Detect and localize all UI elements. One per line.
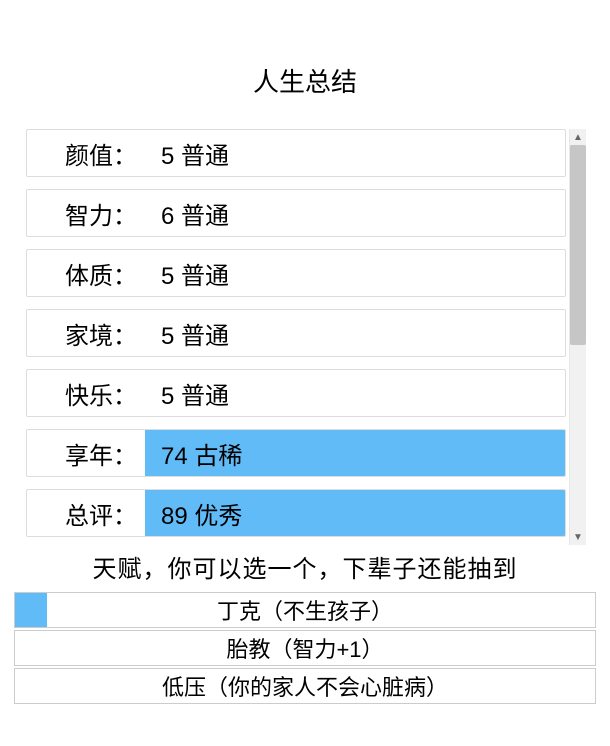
stat-row: 总评：89 优秀 — [26, 489, 566, 537]
stat-row: 家境：5 普通 — [26, 309, 566, 357]
scroll-down-icon[interactable]: ▼ — [570, 529, 586, 545]
stat-label: 家境： — [27, 310, 145, 356]
stat-label: 体质： — [27, 250, 145, 296]
scrollbar-thumb[interactable] — [570, 145, 586, 345]
talent-item[interactable]: 胎教（智力+1） — [14, 630, 596, 666]
stat-value: 5 普通 — [145, 250, 565, 296]
scrollbar-track[interactable]: ▲ ▼ — [569, 129, 586, 545]
stat-row: 快乐：5 普通 — [26, 369, 566, 417]
stat-value: 6 普通 — [145, 190, 565, 236]
page-title: 人生总结 — [0, 0, 610, 129]
scroll-up-icon[interactable]: ▲ — [570, 129, 586, 145]
stat-label: 享年： — [27, 430, 145, 476]
stat-value: 5 普通 — [145, 130, 565, 176]
stat-row: 享年：74 古稀 — [26, 429, 566, 477]
stat-label: 总评： — [27, 490, 145, 536]
talent-heading: 天赋，你可以选一个，下辈子还能抽到 — [0, 549, 610, 584]
stat-value: 5 普通 — [145, 310, 565, 356]
stat-value: 89 优秀 — [145, 490, 565, 536]
stats-list: 颜值：5 普通智力：6 普通体质：5 普通家境：5 普通快乐：5 普通享年：74… — [26, 129, 566, 537]
stat-row: 颜值：5 普通 — [26, 129, 566, 177]
stat-value: 5 普通 — [145, 370, 565, 416]
talent-item[interactable]: 低压（你的家人不会心脏病） — [14, 668, 596, 704]
stats-scroll-area: 颜值：5 普通智力：6 普通体质：5 普通家境：5 普通快乐：5 普通享年：74… — [26, 129, 586, 537]
talent-item[interactable]: 丁克（不生孩子） — [14, 592, 596, 628]
stat-label: 颜值： — [27, 130, 145, 176]
stat-label: 快乐： — [27, 370, 145, 416]
talent-list: 丁克（不生孩子） 胎教（智力+1） 低压（你的家人不会心脏病） — [14, 592, 596, 704]
talent-name: 丁克（不生孩子） — [217, 594, 393, 626]
stat-value: 74 古稀 — [145, 430, 565, 476]
stat-row: 智力：6 普通 — [26, 189, 566, 237]
talent-name: 低压（你的家人不会心脏病） — [162, 670, 448, 702]
talent-selected-indicator — [15, 593, 47, 627]
stat-label: 智力： — [27, 190, 145, 236]
stat-row: 体质：5 普通 — [26, 249, 566, 297]
talent-name: 胎教（智力+1） — [226, 632, 383, 664]
